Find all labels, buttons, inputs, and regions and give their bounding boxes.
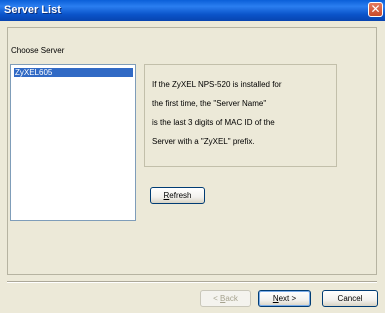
server-listbox[interactable]: ZyXEL605 xyxy=(10,64,136,221)
cancel-button[interactable]: Cancel xyxy=(322,290,378,307)
next-label: ext > xyxy=(278,294,297,303)
info-text-line: Server with a "ZyXEL" prefix. xyxy=(152,137,255,146)
close-icon[interactable]: ✕ xyxy=(368,2,383,17)
title-bar[interactable]: Server List ✕ xyxy=(0,0,385,21)
server-list-item[interactable]: ZyXEL605 xyxy=(14,68,133,77)
info-text-line: the first time, the "Server Name" xyxy=(152,99,267,108)
button-separator xyxy=(7,281,377,283)
info-text-line: is the last 3 digits of MAC ID of the xyxy=(152,118,275,127)
choose-server-label: Choose Server xyxy=(11,46,65,55)
window-title: Server List xyxy=(4,4,61,16)
back-prefix: < xyxy=(213,294,221,303)
info-text-line: If the ZyXEL NPS-520 is installed for xyxy=(152,80,282,89)
info-groupbox: If the ZyXEL NPS-520 is installed for th… xyxy=(144,64,337,167)
back-label: ack xyxy=(225,294,238,303)
next-button[interactable]: Next > xyxy=(258,290,311,307)
server-list-dialog: Server List ✕ Choose Server ZyXEL605 If … xyxy=(0,0,385,313)
back-button[interactable]: < Back xyxy=(200,290,251,307)
refresh-button[interactable]: Refresh xyxy=(150,187,205,204)
refresh-label: efresh xyxy=(169,191,192,200)
